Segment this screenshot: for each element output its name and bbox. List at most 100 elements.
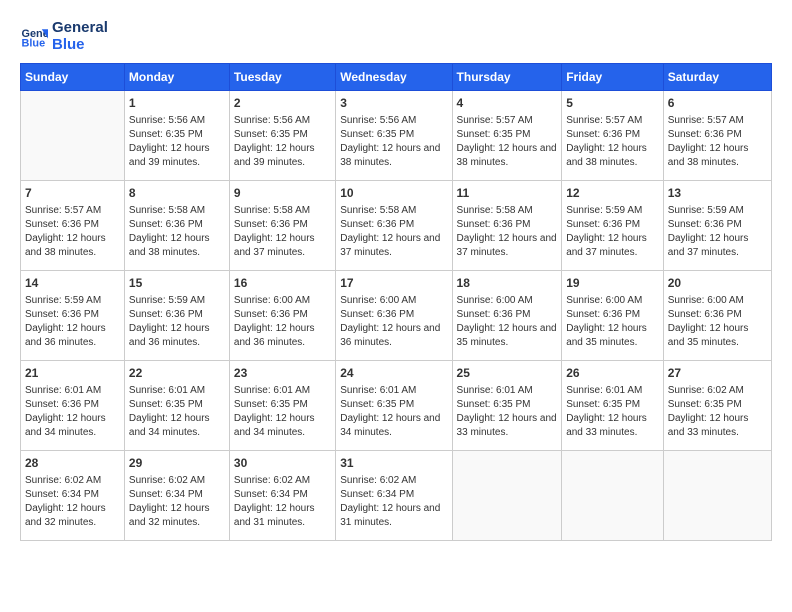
day-info: Sunrise: 6:02 AMSunset: 6:34 PMDaylight:…: [340, 474, 447, 530]
day-info: Sunrise: 6:00 AMSunset: 6:36 PMDaylight:…: [234, 294, 331, 350]
day-number: 4: [457, 95, 558, 112]
week-row-4: 28 Sunrise: 6:02 AMSunset: 6:34 PMDayligh…: [21, 451, 772, 541]
day-number: 1: [129, 95, 225, 112]
calendar-cell: 7 Sunrise: 5:57 AMSunset: 6:36 PMDaylight…: [21, 181, 125, 271]
day-number: 18: [457, 275, 558, 292]
weekday-header-tuesday: Tuesday: [229, 64, 335, 91]
weekday-header-thursday: Thursday: [452, 64, 562, 91]
day-info: Sunrise: 5:59 AMSunset: 6:36 PMDaylight:…: [25, 294, 120, 350]
day-info: Sunrise: 6:01 AMSunset: 6:36 PMDaylight:…: [25, 384, 120, 440]
calendar-cell: 13 Sunrise: 5:59 AMSunset: 6:36 PMDayligh…: [663, 181, 771, 271]
logo-icon: General Blue: [20, 23, 48, 51]
day-info: Sunrise: 6:00 AMSunset: 6:36 PMDaylight:…: [340, 294, 447, 350]
day-number: 20: [668, 275, 767, 292]
day-info: Sunrise: 5:56 AMSunset: 6:35 PMDaylight:…: [234, 114, 331, 170]
calendar-cell: 25Sunrise: 6:01 AMSunset: 6:35 PMDayligh…: [452, 361, 562, 451]
calendar-cell: 3Sunrise: 5:56 AMSunset: 6:35 PMDaylight…: [336, 91, 452, 181]
calendar-body: 1 Sunrise: 5:56 AMSunset: 6:35 PMDaylight…: [21, 91, 772, 541]
calendar-cell: 20 Sunrise: 6:00 AMSunset: 6:36 PMDayligh…: [663, 271, 771, 361]
day-info: Sunrise: 5:56 AMSunset: 6:35 PMDaylight:…: [340, 114, 447, 170]
day-number: 16: [234, 275, 331, 292]
calendar-cell: 14Sunrise: 5:59 AMSunset: 6:36 PMDayligh…: [21, 271, 125, 361]
calendar-cell: [21, 91, 125, 181]
calendar-cell: 12 Sunrise: 5:59 AMSunset: 6:36 PMDayligh…: [562, 181, 664, 271]
calendar-cell: 24 Sunrise: 6:01 AMSunset: 6:35 PMDayligh…: [336, 361, 452, 451]
day-number: 8: [129, 185, 225, 202]
day-number: 22: [129, 365, 225, 382]
calendar-cell: 4 Sunrise: 5:57 AMSunset: 6:35 PMDaylight…: [452, 91, 562, 181]
day-info: Sunrise: 5:56 AMSunset: 6:35 PMDaylight:…: [129, 114, 225, 170]
logo: General Blue General Blue: [20, 20, 108, 53]
weekday-header-sunday: Sunday: [21, 64, 125, 91]
svg-text:Blue: Blue: [22, 37, 46, 49]
calendar-cell: 19 Sunrise: 6:00 AMSunset: 6:36 PMDayligh…: [562, 271, 664, 361]
day-number: 19: [566, 275, 659, 292]
calendar-cell: 22 Sunrise: 6:01 AMSunset: 6:35 PMDayligh…: [124, 361, 229, 451]
day-number: 30: [234, 455, 331, 472]
day-info: Sunrise: 6:01 AMSunset: 6:35 PMDaylight:…: [566, 384, 659, 440]
day-number: 10: [340, 185, 447, 202]
calendar-cell: 15 Sunrise: 5:59 AMSunset: 6:36 PMDayligh…: [124, 271, 229, 361]
calendar-cell: 27Sunrise: 6:02 AMSunset: 6:35 PMDayligh…: [663, 361, 771, 451]
calendar-cell: 8 Sunrise: 5:58 AMSunset: 6:36 PMDaylight…: [124, 181, 229, 271]
calendar-cell: 10 Sunrise: 5:58 AMSunset: 6:36 PMDayligh…: [336, 181, 452, 271]
calendar-cell: 30 Sunrise: 6:02 AMSunset: 6:34 PMDayligh…: [229, 451, 335, 541]
day-number: 15: [129, 275, 225, 292]
day-number: 11: [457, 185, 558, 202]
calendar-cell: [562, 451, 664, 541]
week-row-1: 7 Sunrise: 5:57 AMSunset: 6:36 PMDaylight…: [21, 181, 772, 271]
calendar-cell: 28 Sunrise: 6:02 AMSunset: 6:34 PMDayligh…: [21, 451, 125, 541]
week-row-2: 14Sunrise: 5:59 AMSunset: 6:36 PMDayligh…: [21, 271, 772, 361]
day-info: Sunrise: 6:01 AMSunset: 6:35 PMDaylight:…: [129, 384, 225, 440]
day-number: 31: [340, 455, 447, 472]
day-number: 23: [234, 365, 331, 382]
day-info: Sunrise: 6:01 AMSunset: 6:35 PMDaylight:…: [340, 384, 447, 440]
day-info: Sunrise: 5:57 AMSunset: 6:36 PMDaylight:…: [25, 204, 120, 260]
day-info: Sunrise: 5:57 AMSunset: 6:36 PMDaylight:…: [668, 114, 767, 170]
day-number: 27: [668, 365, 767, 382]
calendar-cell: 11 Sunrise: 5:58 AMSunset: 6:36 PMDayligh…: [452, 181, 562, 271]
calendar-table: SundayMondayTuesdayWednesdayThursdayFrid…: [20, 63, 772, 541]
day-info: Sunrise: 6:02 AMSunset: 6:34 PMDaylight:…: [129, 474, 225, 530]
day-number: 24: [340, 365, 447, 382]
day-number: 9: [234, 185, 331, 202]
day-number: 13: [668, 185, 767, 202]
calendar-cell: 5 Sunrise: 5:57 AMSunset: 6:36 PMDaylight…: [562, 91, 664, 181]
day-info: Sunrise: 5:58 AMSunset: 6:36 PMDaylight:…: [234, 204, 331, 260]
day-info: Sunrise: 5:57 AMSunset: 6:36 PMDaylight:…: [566, 114, 659, 170]
calendar-cell: 31 Sunrise: 6:02 AMSunset: 6:34 PMDayligh…: [336, 451, 452, 541]
day-info: Sunrise: 5:59 AMSunset: 6:36 PMDaylight:…: [668, 204, 767, 260]
day-info: Sunrise: 5:59 AMSunset: 6:36 PMDaylight:…: [129, 294, 225, 350]
day-number: 7: [25, 185, 120, 202]
day-number: 2: [234, 95, 331, 112]
calendar-cell: 17Sunrise: 6:00 AMSunset: 6:36 PMDayligh…: [336, 271, 452, 361]
calendar-cell: 16 Sunrise: 6:00 AMSunset: 6:36 PMDayligh…: [229, 271, 335, 361]
calendar-cell: 21Sunrise: 6:01 AMSunset: 6:36 PMDayligh…: [21, 361, 125, 451]
day-info: Sunrise: 5:58 AMSunset: 6:36 PMDaylight:…: [129, 204, 225, 260]
weekday-header-row: SundayMondayTuesdayWednesdayThursdayFrid…: [21, 64, 772, 91]
calendar-cell: 26 Sunrise: 6:01 AMSunset: 6:35 PMDayligh…: [562, 361, 664, 451]
calendar-cell: 23 Sunrise: 6:01 AMSunset: 6:35 PMDayligh…: [229, 361, 335, 451]
calendar-cell: 1 Sunrise: 5:56 AMSunset: 6:35 PMDaylight…: [124, 91, 229, 181]
day-number: 26: [566, 365, 659, 382]
calendar-cell: [452, 451, 562, 541]
day-info: Sunrise: 5:58 AMSunset: 6:36 PMDaylight:…: [340, 204, 447, 260]
weekday-header-saturday: Saturday: [663, 64, 771, 91]
calendar-cell: 9 Sunrise: 5:58 AMSunset: 6:36 PMDaylight…: [229, 181, 335, 271]
day-number: 28: [25, 455, 120, 472]
day-info: Sunrise: 6:02 AMSunset: 6:34 PMDaylight:…: [234, 474, 331, 530]
day-number: 5: [566, 95, 659, 112]
day-info: Sunrise: 5:57 AMSunset: 6:35 PMDaylight:…: [457, 114, 558, 170]
page-header: General Blue General Blue: [20, 20, 772, 53]
day-info: Sunrise: 6:00 AMSunset: 6:36 PMDaylight:…: [566, 294, 659, 350]
logo-blue: Blue: [52, 37, 108, 54]
day-info: Sunrise: 6:02 AMSunset: 6:34 PMDaylight:…: [25, 474, 120, 530]
day-info: Sunrise: 6:00 AMSunset: 6:36 PMDaylight:…: [668, 294, 767, 350]
logo-general: General: [52, 20, 108, 37]
day-info: Sunrise: 6:01 AMSunset: 6:35 PMDaylight:…: [234, 384, 331, 440]
day-info: Sunrise: 5:59 AMSunset: 6:36 PMDaylight:…: [566, 204, 659, 260]
week-row-0: 1 Sunrise: 5:56 AMSunset: 6:35 PMDaylight…: [21, 91, 772, 181]
day-number: 12: [566, 185, 659, 202]
day-info: Sunrise: 6:01 AMSunset: 6:35 PMDaylight:…: [457, 384, 558, 440]
day-info: Sunrise: 5:58 AMSunset: 6:36 PMDaylight:…: [457, 204, 558, 260]
